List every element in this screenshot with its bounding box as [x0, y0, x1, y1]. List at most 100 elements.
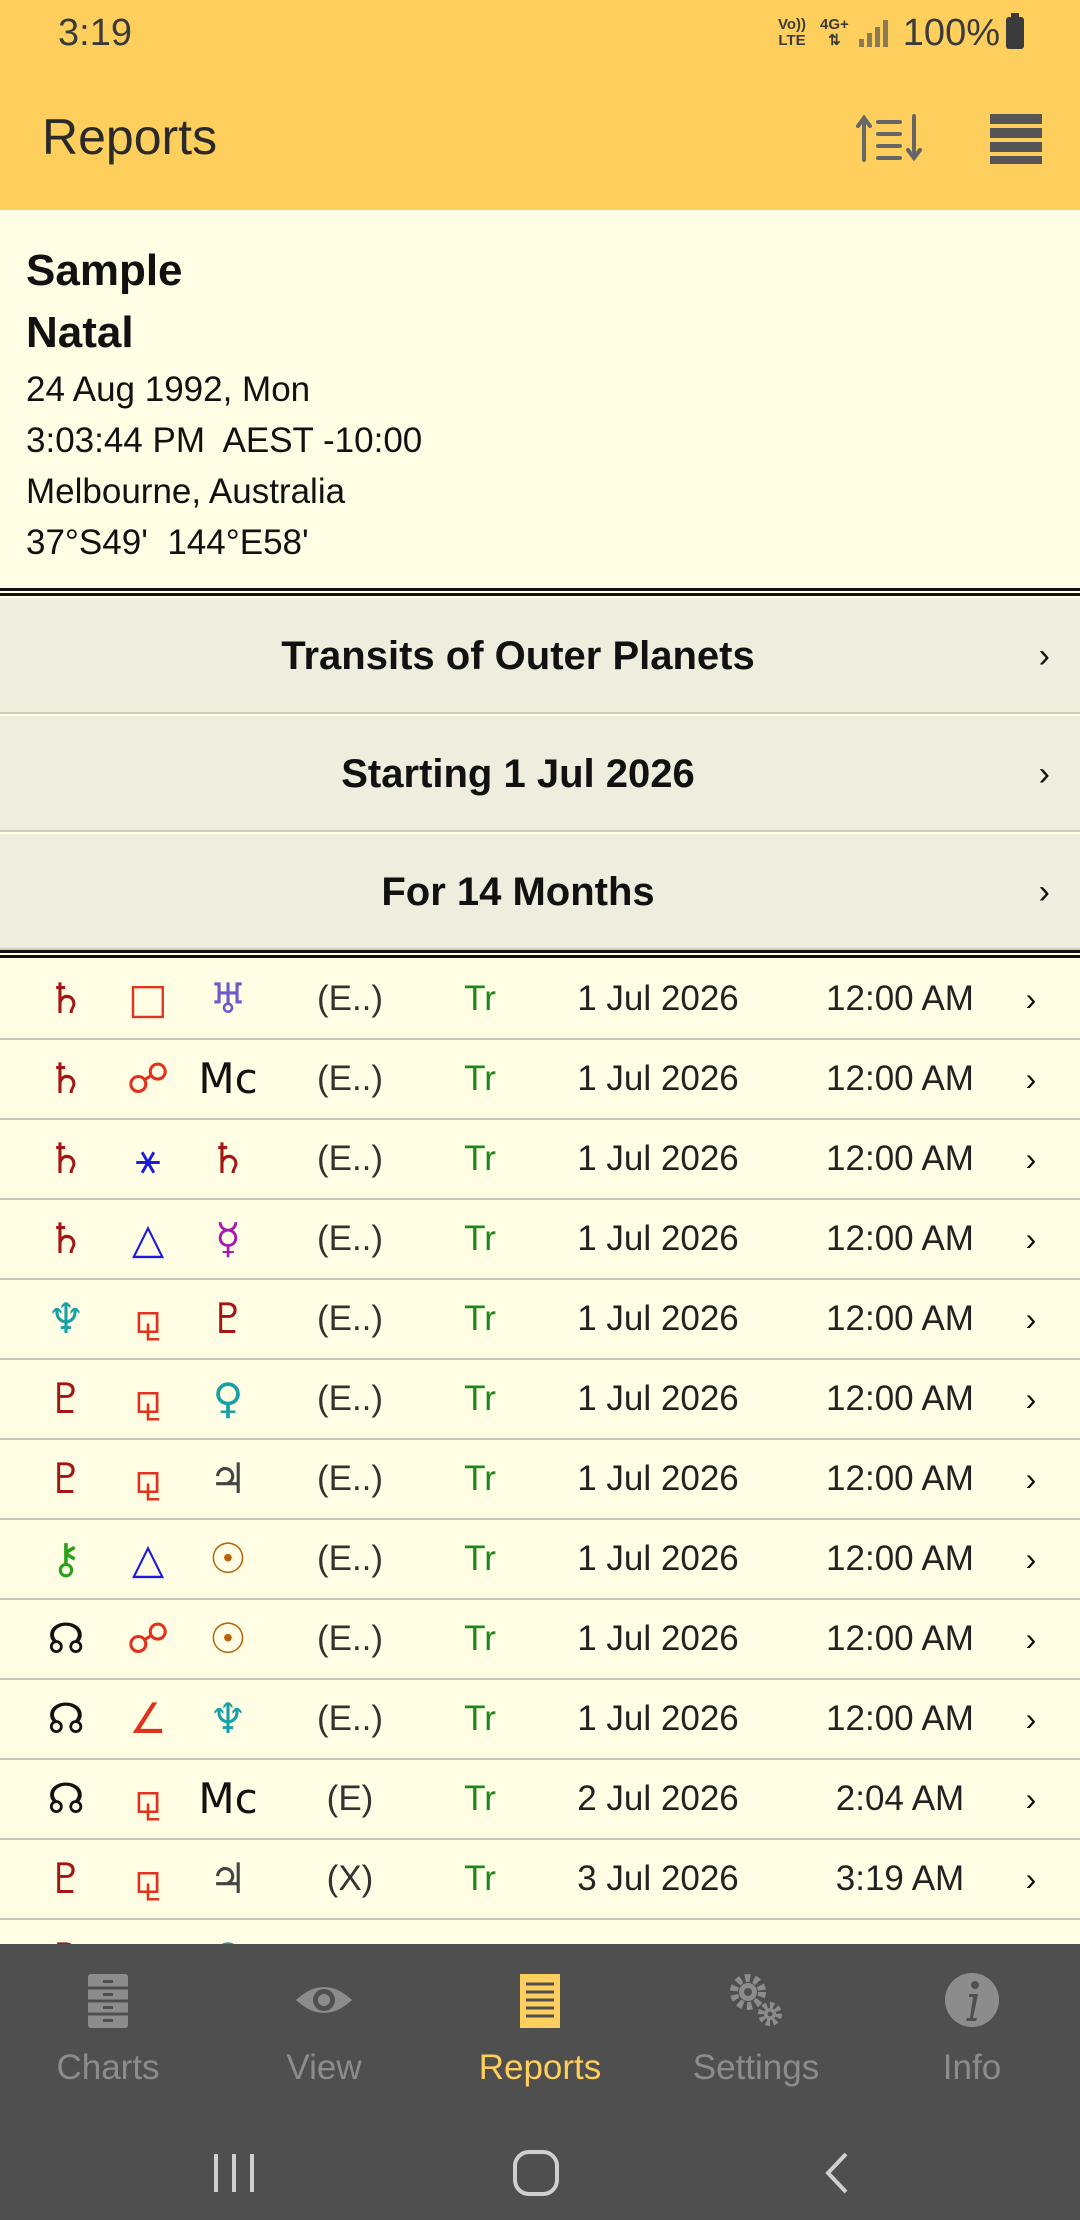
- transit-row[interactable]: ♄ ☍ Mc (E..) Tr 1 Jul 2026 12:00 AM ›: [0, 1040, 1080, 1120]
- event-type: Tr: [464, 1619, 496, 1658]
- event-time: 12:00 AM: [826, 1059, 974, 1098]
- event-date: 1 Jul 2026: [577, 1299, 739, 1338]
- divider: [0, 588, 1080, 596]
- natal-point-glyph: ♇: [209, 1294, 247, 1343]
- chart-coords: 37°S49' 144°E58': [26, 523, 309, 562]
- transiting-planet-glyph: ♇: [36, 1920, 96, 1944]
- transit-row[interactable]: ♄ △ ☿ (E..) Tr 1 Jul 2026 12:00 AM ›: [0, 1200, 1080, 1280]
- event-time: 12:00 AM: [826, 1459, 974, 1498]
- home-icon: [513, 2150, 559, 2196]
- transiting-planet-glyph: ☊: [47, 1614, 85, 1663]
- transit-row[interactable]: ☊ ∠ ♆ (E..) Tr 1 Jul 2026 12:00 AM ›: [0, 1680, 1080, 1760]
- event-type: Tr: [464, 1539, 496, 1578]
- aspect-glyph: ⚼: [133, 1854, 163, 1903]
- sort-button[interactable]: [856, 108, 926, 168]
- natal-point-glyph: ♀: [198, 1920, 258, 1944]
- event-type: Tr: [464, 1859, 496, 1898]
- transiting-planet-glyph: ☊: [47, 1694, 85, 1743]
- battery-icon: [1006, 13, 1024, 49]
- natal-point-glyph: ☿: [215, 1214, 241, 1263]
- status-icons: Vo)) LTE 4G+ ⇅ 100%: [778, 10, 1024, 56]
- event-type: Tr: [464, 979, 496, 1018]
- event-date: 1 Jul 2026: [577, 1219, 739, 1258]
- event-date: 2 Jul 2026: [577, 1779, 739, 1818]
- transiting-planet-glyph: ♄: [47, 1134, 85, 1183]
- nav-view[interactable]: View: [216, 1944, 432, 2126]
- natal-point-glyph: ♃: [209, 1854, 247, 1903]
- transit-row[interactable]: ♆ ⚼ ♇ (E..) Tr 1 Jul 2026 12:00 AM ›: [0, 1280, 1080, 1360]
- natal-point-glyph: Mc: [198, 1054, 258, 1103]
- event-code: (E..): [316, 1539, 384, 1578]
- chevron-right-icon: [1016, 1920, 1046, 1944]
- transit-row[interactable]: ♇ ⚼ ♃ (X) Tr 3 Jul 2026 3:19 AM ›: [0, 1840, 1080, 1920]
- chevron-right-icon: ›: [1025, 1621, 1037, 1657]
- transit-row[interactable]: ⚷ △ ☉ (E..) Tr 1 Jul 2026 12:00 AM ›: [0, 1520, 1080, 1600]
- home-button[interactable]: [506, 2146, 566, 2202]
- event-time: 12:00 AM: [826, 979, 974, 1018]
- transit-row[interactable]: ♄ ⚹ ♄ (E..) Tr 1 Jul 2026 12:00 AM ›: [0, 1120, 1080, 1200]
- event-type: [440, 1920, 520, 1944]
- event-time: 3:19 AM: [835, 1859, 965, 1898]
- aspect-glyph: ⚼: [133, 1294, 163, 1343]
- layout-menu-button[interactable]: [986, 108, 1046, 168]
- natal-point-glyph: ♆: [209, 1694, 247, 1743]
- nav-charts[interactable]: Charts: [0, 1944, 216, 2126]
- recent-apps-icon: [214, 2154, 254, 2192]
- chevron-right-icon: ›: [1025, 1701, 1037, 1737]
- event-date: 1 Jul 2026: [577, 1459, 739, 1498]
- event-type: Tr: [464, 1459, 496, 1498]
- natal-point-glyph: ☉: [209, 1614, 247, 1663]
- transit-row[interactable]: ♄ □ ♅ (E..) Tr 1 Jul 2026 12:00 AM ›: [0, 960, 1080, 1040]
- event-date: 1 Jul 2026: [577, 1619, 739, 1658]
- event-time: 12:00 AM: [826, 1539, 974, 1578]
- event-time: 12:00 AM: [826, 1619, 974, 1658]
- event-code: (E..): [316, 1139, 384, 1178]
- nav-reports[interactable]: Reports: [432, 1944, 648, 2126]
- event-code: (E): [326, 1779, 374, 1818]
- event-type: Tr: [464, 1699, 496, 1738]
- aspect-glyph: △: [131, 1534, 165, 1583]
- aspect-glyph: △: [131, 1214, 165, 1263]
- back-button[interactable]: [808, 2146, 868, 2202]
- nav-info[interactable]: Info: [864, 1944, 1080, 2126]
- transit-list: ♄ □ ♅ (E..) Tr 1 Jul 2026 12:00 AM › ♄ ☍ Mc (E..) Tr…: [0, 960, 1080, 1944]
- event-code: [300, 1920, 400, 1944]
- event-code: (E..): [316, 1299, 384, 1338]
- chevron-right-icon: ›: [1038, 637, 1050, 675]
- event-time: [790, 1920, 1010, 1944]
- transiting-planet-glyph: ⚷: [50, 1534, 82, 1583]
- aspect-glyph: ☍: [126, 1054, 170, 1103]
- duration-option[interactable]: For 14 Months ›: [0, 834, 1080, 950]
- aspect-glyph: □: [128, 974, 168, 1023]
- recent-apps-button[interactable]: [204, 2146, 264, 2202]
- event-date: 1 Jul 2026: [577, 1699, 739, 1738]
- event-date: 1 Jul 2026: [577, 1379, 739, 1418]
- transiting-planet-glyph: ♄: [47, 1214, 85, 1263]
- natal-point-glyph: ♄: [209, 1134, 247, 1183]
- event-date: 1 Jul 2026: [577, 1059, 739, 1098]
- transit-row[interactable]: ☊ ⚼ Mc (E) Tr 2 Jul 2026 2:04 AM ›: [0, 1760, 1080, 1840]
- chart-place: Melbourne, Australia: [26, 472, 346, 511]
- system-nav-bar: [0, 2126, 1080, 2220]
- report-type-option[interactable]: Transits of Outer Planets ›: [0, 598, 1080, 714]
- chevron-right-icon: ›: [1025, 1381, 1037, 1417]
- transit-row[interactable]: ♇ ⚼ ♃ (E..) Tr 1 Jul 2026 12:00 AM ›: [0, 1440, 1080, 1520]
- transit-row[interactable]: ♇ ⚼ ♀: [0, 1920, 1080, 1944]
- event-time: 12:00 AM: [826, 1139, 974, 1178]
- info-icon: [945, 1973, 999, 2027]
- transit-row[interactable]: ☊ ☍ ☉ (E..) Tr 1 Jul 2026 12:00 AM ›: [0, 1600, 1080, 1680]
- aspect-glyph: ⚼: [118, 1920, 178, 1944]
- transit-row[interactable]: ♇ ⚼ ♀ (E..) Tr 1 Jul 2026 12:00 AM ›: [0, 1360, 1080, 1440]
- aspect-glyph: ⚼: [133, 1374, 163, 1423]
- sort-icon: [856, 114, 922, 162]
- event-code: (E..): [316, 1059, 384, 1098]
- start-date-option[interactable]: Starting 1 Jul 2026 ›: [0, 716, 1080, 832]
- natal-point-glyph: ♃: [209, 1454, 247, 1503]
- nav-settings[interactable]: Settings: [648, 1944, 864, 2126]
- event-type: Tr: [464, 1379, 496, 1418]
- aspect-glyph: ☍: [126, 1614, 170, 1663]
- charts-icon: [88, 1974, 128, 2028]
- event-time: 12:00 AM: [826, 1299, 974, 1338]
- event-type: Tr: [464, 1059, 496, 1098]
- transiting-planet-glyph: ☊: [47, 1774, 85, 1823]
